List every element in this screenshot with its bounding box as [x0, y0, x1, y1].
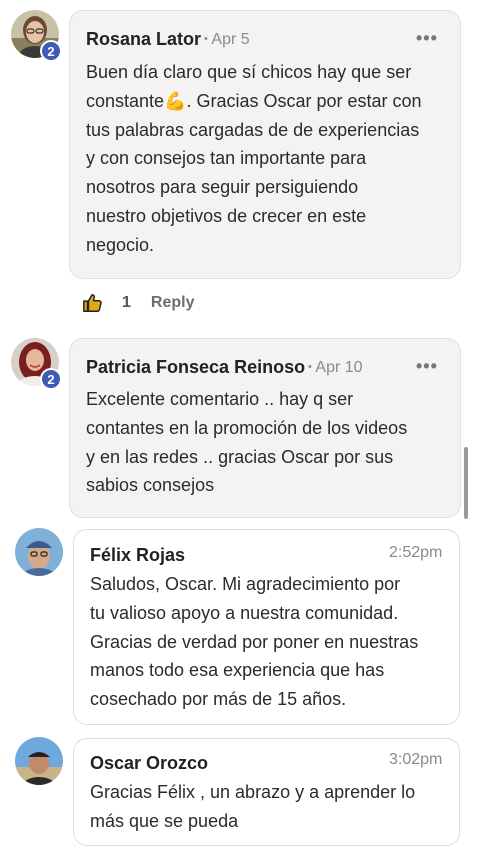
message-time: 2:52pm — [389, 544, 443, 561]
comment-line: contantes en la promoción de los videos — [86, 417, 408, 438]
message-author[interactable]: Oscar Orozco — [90, 753, 208, 774]
level-badge: 2 — [40, 40, 62, 62]
like-count: 1 — [122, 294, 131, 311]
comment-line: nosotros para seguir persiguiendo — [86, 177, 359, 198]
dot-separator: • — [308, 361, 312, 373]
message-line: Gracias de verdad por poner en nuestras — [90, 631, 419, 652]
comment-actions: 1 Reply — [82, 292, 194, 314]
comment-line: y en las redes .. gracias Oscar por sus — [86, 446, 394, 467]
comment-line: Excelente comentario .. hay q ser — [86, 389, 354, 409]
comment-line-part: constante — [86, 90, 165, 111]
avatar-oscar-orozco[interactable] — [15, 737, 63, 785]
message-text: Saludos, Oscar. Mi agradecimiento por tu… — [90, 570, 456, 714]
message-author[interactable]: Félix Rojas — [90, 545, 185, 566]
comment-line: nuestro objetivos de crecer en este — [86, 205, 367, 226]
message-line: Saludos, Oscar. Mi agradecimiento por — [90, 574, 401, 594]
dot-separator: • — [204, 33, 208, 45]
comment-line: negocio. — [86, 234, 155, 255]
message-line: cosechado por más de 15 años. — [90, 689, 347, 710]
comment-date: • Apr 10 — [308, 359, 363, 377]
muscle-emoji: 💪 — [164, 90, 187, 111]
message-card: Félix Rojas 2:52pm Saludos, Oscar. Mi ag… — [73, 529, 460, 725]
comment-author[interactable]: Patricia Fonseca Reinoso — [86, 357, 305, 378]
message-text: Gracias Félix , un abrazo y a aprender l… — [90, 778, 456, 836]
comment-card: Rosana Lator • Apr 5 ••• Buen día claro … — [69, 10, 461, 279]
comment-line: tus palabras cargadas de de experiencias — [86, 119, 420, 140]
comment-author[interactable]: Rosana Lator — [86, 29, 201, 50]
comment-date-text: Apr 5 — [211, 31, 250, 48]
reply-button[interactable]: Reply — [151, 294, 195, 312]
comment-line: sabios consejos — [86, 475, 215, 496]
scrollbar[interactable] — [464, 447, 468, 519]
comment-line: constante💪. Gracias Oscar por estar con — [86, 87, 456, 116]
comment-line: y con consejos tan importante para — [86, 148, 367, 169]
comment-date-text: Apr 10 — [315, 359, 363, 376]
message-line: tu valioso apoyo a nuestra comunidad. — [90, 602, 399, 623]
comment-card: Patricia Fonseca Reinoso • Apr 10 ••• Ex… — [69, 338, 461, 518]
message-time: 3:02pm — [389, 751, 443, 768]
message-line: manos todo esa experiencia que has — [90, 660, 385, 681]
comment-date: • Apr 5 — [204, 31, 250, 49]
thumbs-up-icon[interactable] — [82, 292, 104, 314]
comment-text: Excelente comentario .. hay q ser contan… — [86, 385, 456, 500]
comment-line-part: . Gracias Oscar por estar con — [186, 90, 422, 111]
message-line: más que se pueda — [90, 810, 239, 831]
message-line: Gracias Félix , un abrazo y a aprender l… — [90, 782, 416, 802]
message-card: Oscar Orozco 3:02pm Gracias Félix , un a… — [73, 738, 460, 846]
comment-line: Buen día claro que sí chicos hay que ser — [86, 62, 412, 82]
avatar-felix-rojas[interactable] — [15, 528, 63, 576]
more-icon[interactable]: ••• — [416, 28, 438, 49]
level-badge: 2 — [40, 368, 62, 390]
comment-text: Buen día claro que sí chicos hay que ser… — [86, 58, 456, 260]
more-icon[interactable]: ••• — [416, 356, 438, 377]
